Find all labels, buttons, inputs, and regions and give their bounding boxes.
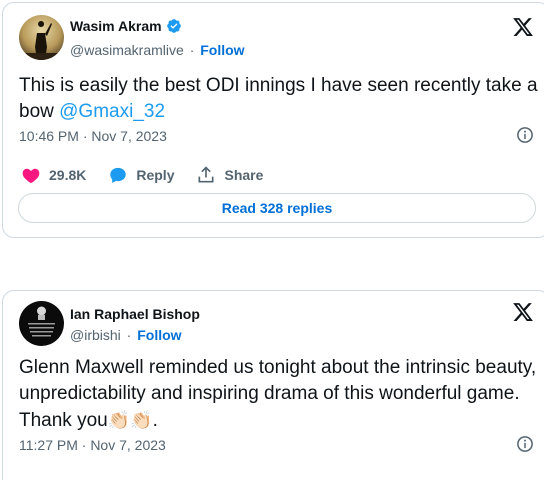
author-name[interactable]: Wasim Akram: [70, 18, 162, 34]
author-handle[interactable]: @wasimakramlive: [70, 42, 184, 58]
read-replies-button[interactable]: Read 328 replies: [18, 193, 536, 223]
tweet-card-bishop: Ian Raphael Bishop @irbishi · Follow Gle…: [2, 290, 544, 480]
tweet-end: .: [152, 410, 158, 431]
timestamp[interactable]: 11:27 PM · Nov 7, 2023: [19, 437, 166, 453]
separator-dot: ·: [189, 42, 195, 58]
author-handle[interactable]: @irbishi: [70, 327, 121, 343]
separator-dot: ·: [126, 327, 132, 343]
heart-icon: [22, 168, 40, 184]
avatar-bishop[interactable]: [19, 301, 64, 346]
verified-badge-icon: [166, 19, 181, 33]
action-bar: 29.8K Reply Share: [21, 165, 285, 185]
info-icon[interactable]: [516, 435, 534, 453]
like-button[interactable]: 29.8K: [21, 165, 86, 185]
x-logo-icon[interactable]: [512, 301, 534, 323]
follow-button[interactable]: Follow: [137, 327, 181, 343]
tweet-text: Glenn Maxwell reminded us tonight about …: [19, 355, 541, 434]
reply-label: Reply: [136, 167, 175, 183]
info-icon[interactable]: [516, 126, 534, 144]
read-replies-label: Read 328 replies: [221, 200, 333, 216]
author-row: Ian Raphael Bishop: [70, 306, 200, 322]
share-button[interactable]: Share: [196, 165, 263, 185]
handle-row: @wasimakramlive · Follow: [70, 42, 245, 58]
reply-button[interactable]: Reply: [108, 165, 174, 185]
share-upload-icon: [198, 166, 214, 183]
author-name[interactable]: Ian Raphael Bishop: [70, 306, 200, 322]
follow-button[interactable]: Follow: [200, 42, 244, 58]
timestamp[interactable]: 10:46 PM · Nov 7, 2023: [19, 128, 167, 144]
tweet-card-wasim: Wasim Akram @wasimakramlive · Follow Thi…: [2, 2, 544, 238]
clapping-hands-emoji: 👏🏻👏🏻: [107, 410, 153, 430]
avatar-silhouette-image: [19, 15, 64, 60]
reply-bubble-icon: [110, 167, 127, 183]
share-label: Share: [224, 167, 264, 183]
tweet-body: Glenn Maxwell reminded us tonight about …: [19, 357, 537, 431]
author-row: Wasim Akram: [70, 18, 182, 34]
x-logo-icon[interactable]: [512, 16, 534, 38]
like-count: 29.8K: [49, 167, 87, 183]
avatar-quote-image: [19, 301, 64, 346]
handle-row: @irbishi · Follow: [70, 327, 182, 343]
mention-link[interactable]: @Gmaxi_32: [59, 101, 165, 122]
avatar-wasim[interactable]: [19, 15, 64, 60]
tweet-text: This is easily the best ODI innings I ha…: [19, 73, 539, 125]
